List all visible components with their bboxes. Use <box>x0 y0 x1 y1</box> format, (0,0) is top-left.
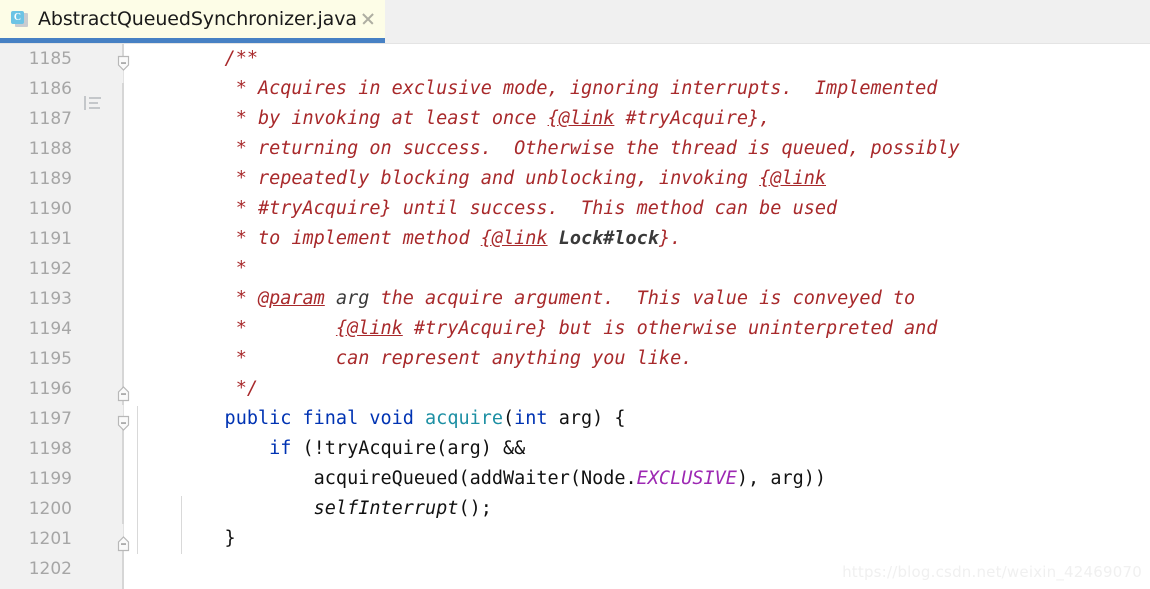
code-line[interactable]: */ <box>180 374 1150 404</box>
code-token-doc <box>325 288 336 309</box>
code-token-doc: #tryAcquire}, <box>614 108 771 129</box>
line-number: 1196 <box>28 379 72 399</box>
code-token-doc-tag: @param <box>257 288 325 309</box>
code-line[interactable]: * Acquires in exclusive mode, ignoring i… <box>180 74 1150 104</box>
close-icon[interactable] <box>359 10 377 28</box>
code-line[interactable]: acquireQueued(addWaiter(Node.EXCLUSIVE),… <box>180 464 1150 494</box>
code-token-doc: * returning on success. Otherwise the th… <box>180 138 960 159</box>
code-token-plain: (); <box>458 498 492 519</box>
watermark-text: https://blog.csdn.net/weixin_42469070 <box>842 563 1142 581</box>
code-line[interactable]: * @param arg the acquire argument. This … <box>180 284 1150 314</box>
code-token-doc-tag: {@link <box>547 108 615 129</box>
code-token-statmeth: selfInterrupt <box>313 498 459 519</box>
line-number-column: 1185 1186 1187 1188 1189 1190 1191 1192 1193 1194… <box>0 44 78 584</box>
editor-tab-bar: C AbstractQueuedSynchronizer.java <box>0 0 1150 44</box>
line-number: 1189 <box>28 169 72 189</box>
code-token-doc: * <box>180 258 247 279</box>
code-token-doc: * <box>180 288 258 309</box>
code-token-doc <box>548 228 559 249</box>
code-editor[interactable]: 1185 1186 1187 1188 1189 1190 1191 1192 1193 1194… <box>0 44 1150 589</box>
code-token-doc: #tryAcquire} but is otherwise uninterpre… <box>402 318 938 339</box>
line-number: 1191 <box>28 229 72 249</box>
code-token-plain: } <box>180 528 236 549</box>
editor-tab-title: AbstractQueuedSynchronizer.java <box>38 8 357 30</box>
code-token-doc-param: arg <box>335 288 370 309</box>
line-number: 1185 <box>28 49 72 69</box>
line-number: 1186 <box>28 79 72 99</box>
code-token-doc: }. <box>658 228 682 249</box>
code-line[interactable]: public final void acquire(int arg) { <box>180 404 1150 434</box>
code-token-doc: /** <box>180 48 258 69</box>
code-token-doc: * repeatedly blocking and unblocking, in… <box>180 168 760 189</box>
code-token-doc: * can represent anything you like. <box>180 348 693 369</box>
code-token-kw: if <box>269 438 292 459</box>
code-line[interactable]: * returning on success. Otherwise the th… <box>180 134 1150 164</box>
code-token-doc: * #tryAcquire} until success. This metho… <box>180 198 838 219</box>
code-text-area[interactable]: /** * Acquires in exclusive mode, ignori… <box>124 44 1150 589</box>
line-number: 1198 <box>28 439 72 459</box>
code-line[interactable]: * repeatedly blocking and unblocking, in… <box>180 164 1150 194</box>
code-line[interactable]: if (!tryAcquire(arg) && <box>180 434 1150 464</box>
code-token-doc: the acquire argument. This value is conv… <box>369 288 916 309</box>
line-number: 1200 <box>28 499 72 519</box>
line-number: 1202 <box>28 559 72 579</box>
java-class-icon-letter: C <box>11 10 24 24</box>
editor-gutter[interactable]: 1185 1186 1187 1188 1189 1190 1191 1192 1193 1194… <box>0 44 130 589</box>
code-token-plain: (!tryAcquire(arg) && <box>291 438 526 459</box>
code-token-plain: ), arg)) <box>736 468 827 489</box>
code-token-doc-val: Lock#lock <box>558 228 659 249</box>
code-line[interactable]: * <box>180 254 1150 284</box>
code-token-kw: public final void <box>180 408 426 429</box>
code-token-doc-tag: {@link <box>480 228 548 249</box>
code-line[interactable]: * can represent anything you like. <box>180 344 1150 374</box>
code-token-plain: acquireQueued(addWaiter(Node. <box>180 468 637 489</box>
code-token-doc-tag: {@link <box>759 168 827 189</box>
editor-tab-abstractqueuedsynchronizer[interactable]: C AbstractQueuedSynchronizer.java <box>0 0 385 38</box>
line-number: 1188 <box>28 139 72 159</box>
indent-lines-icon[interactable] <box>84 96 101 110</box>
code-line[interactable]: /** <box>180 44 1150 74</box>
line-number: 1194 <box>28 319 72 339</box>
code-token-mdecl: acquire <box>425 408 504 429</box>
editor-window: C AbstractQueuedSynchronizer.java 1185 11… <box>0 0 1150 589</box>
code-token-doc: * to implement method <box>180 228 481 249</box>
line-number: 1190 <box>28 199 72 219</box>
code-token-doc-tag: {@link <box>335 318 403 339</box>
line-number: 1197 <box>28 409 72 429</box>
active-tab-indicator <box>0 38 385 43</box>
code-token-kw: int <box>514 408 548 429</box>
line-number: 1192 <box>28 259 72 279</box>
code-line[interactable]: * #tryAcquire} until success. This metho… <box>180 194 1150 224</box>
code-token-doc: * <box>180 318 336 339</box>
line-number: 1195 <box>28 349 72 369</box>
code-token-statfld: EXCLUSIVE <box>636 468 737 489</box>
code-token-doc: */ <box>180 378 258 399</box>
code-line[interactable]: selfInterrupt(); <box>180 494 1150 524</box>
code-token-doc: * Acquires in exclusive mode, ignoring i… <box>180 78 938 99</box>
line-number: 1187 <box>28 109 72 129</box>
code-token-plain: ( <box>503 408 515 429</box>
code-line[interactable]: * to implement method {@link Lock#lock}. <box>180 224 1150 254</box>
code-token-doc: * by invoking at least once <box>180 108 548 129</box>
java-class-icon: C <box>10 10 29 29</box>
indent-guide-level-2 <box>181 496 182 554</box>
line-number: 1199 <box>28 469 72 489</box>
code-line[interactable]: } <box>180 524 1150 554</box>
code-line[interactable]: * by invoking at least once {@link #tryA… <box>180 104 1150 134</box>
line-number: 1193 <box>28 289 72 309</box>
code-line[interactable]: * {@link #tryAcquire} but is otherwise u… <box>180 314 1150 344</box>
indent-guide-level-1 <box>137 406 138 554</box>
code-token-plain: arg) { <box>547 408 626 429</box>
line-number: 1201 <box>28 529 72 549</box>
